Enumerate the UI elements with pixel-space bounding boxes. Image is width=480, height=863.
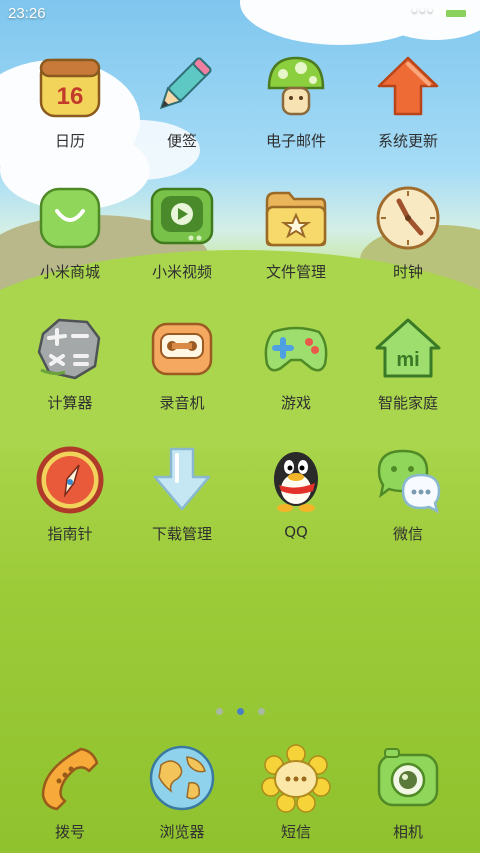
app-mushroom[interactable]: 电子邮件 (241, 52, 351, 172)
clock-icon (373, 183, 443, 253)
dock-app-label: 浏览器 (159, 823, 205, 841)
app-cassette[interactable]: 录音机 (127, 314, 237, 434)
page-dot[interactable] (215, 708, 223, 715)
dock-app-phone[interactable]: 拨号 (15, 743, 125, 863)
dock-app-sunflower-message[interactable]: 短信 (241, 743, 351, 863)
app-up-arrow[interactable]: 系统更新 (353, 52, 463, 172)
dock-app-label: 相机 (392, 823, 423, 841)
app-label: 智能家庭 (377, 394, 438, 412)
app-label: QQ (284, 523, 308, 541)
app-label: 日历 (54, 132, 85, 150)
app-label: 文件管理 (265, 263, 326, 281)
app-label: 录音机 (159, 394, 205, 412)
status-time: 23:26 (8, 5, 46, 22)
app-label: 游戏 (280, 394, 311, 412)
phone-icon (35, 743, 105, 813)
app-gamepad[interactable]: 游戏 (241, 314, 351, 434)
app-label: 小米商城 (39, 263, 100, 281)
mushroom-icon (261, 52, 331, 122)
pencil-icon (147, 52, 217, 122)
app-compass[interactable]: 指南针 (15, 445, 125, 565)
app-smart-home[interactable]: mi 智能家庭 (353, 314, 463, 434)
battery-icon (444, 8, 473, 19)
app-download-arrow[interactable]: 下载管理 (127, 445, 237, 565)
dock-app-camera[interactable]: 相机 (353, 743, 463, 863)
sunflower-message-icon (261, 743, 331, 813)
app-label: 微信 (392, 525, 423, 543)
app-label: 下载管理 (151, 525, 212, 543)
dock-app-globe[interactable]: 浏览器 (127, 743, 237, 863)
signal-dots-icon: ••• (410, 2, 435, 20)
charging-bolt-icon (432, 6, 441, 20)
qq-penguin-icon (261, 445, 331, 515)
app-shopping-bag[interactable]: 小米商城 (15, 183, 125, 303)
download-arrow-icon (147, 445, 217, 515)
app-folder-star[interactable]: 文件管理 (241, 183, 351, 303)
folder-star-icon (261, 183, 331, 253)
app-label: 便签 (166, 132, 197, 150)
app-label: 电子邮件 (265, 132, 326, 150)
app-wechat-bubbles[interactable]: 微信 (353, 445, 463, 565)
status-bar: 23:26 ••• (0, 0, 480, 28)
page-dot[interactable] (236, 708, 244, 715)
globe-icon (147, 743, 217, 813)
app-stone-calculator[interactable]: 计算器 (15, 314, 125, 434)
compass-icon (35, 445, 105, 515)
tv-play-icon (147, 183, 217, 253)
wechat-bubbles-icon (373, 445, 443, 515)
app-label: 时钟 (392, 263, 423, 281)
page-indicator (0, 700, 480, 719)
app-tv-play[interactable]: 小米视频 (127, 183, 237, 303)
app-qq-penguin[interactable]: QQ (241, 445, 351, 565)
page-dot[interactable] (257, 708, 265, 715)
app-calendar[interactable]: 16 日历 (15, 52, 125, 172)
cassette-icon (147, 314, 217, 384)
app-pencil[interactable]: 便签 (127, 52, 237, 172)
shopping-bag-icon (35, 183, 105, 253)
app-label: 计算器 (47, 394, 93, 412)
dock-app-label: 短信 (280, 823, 311, 841)
calendar-icon: 16 (35, 52, 105, 122)
svg-text:16: 16 (57, 83, 84, 110)
svg-text:mi: mi (396, 349, 419, 371)
gamepad-icon (261, 314, 331, 384)
app-label: 系统更新 (377, 132, 438, 150)
stone-calculator-icon (35, 314, 105, 384)
app-label: 指南针 (47, 525, 93, 543)
dock-app-label: 拨号 (54, 823, 85, 841)
camera-icon (373, 743, 443, 813)
smart-home-icon: mi (373, 314, 443, 384)
app-label: 小米视频 (151, 263, 212, 281)
up-arrow-icon (373, 52, 443, 122)
app-clock[interactable]: 时钟 (353, 183, 463, 303)
